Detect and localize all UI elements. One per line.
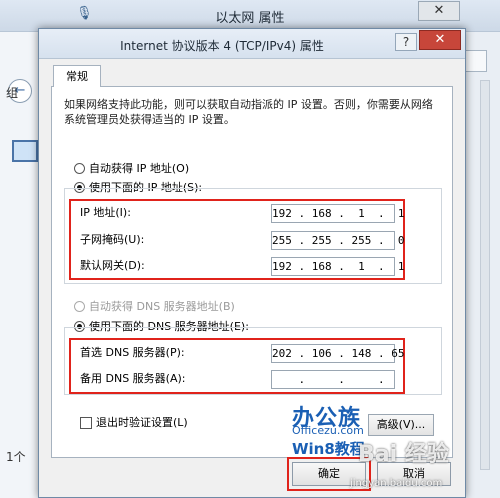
auto-ip-label: 自动获得 IP 地址(O) (89, 162, 190, 175)
dialog-title: Internet 协议版本 4 (TCP/IPv4) 属性 (120, 39, 324, 53)
officezu-url: Officezu.com (292, 424, 364, 437)
general-tab-panel: 如果网络支持此功能，则可以获取自动指派的 IP 设置。否则，你需要从网络系统管理… (51, 86, 453, 458)
close-button[interactable]: ✕ (419, 30, 461, 50)
background-close-button[interactable]: ✕ (418, 1, 460, 21)
background-left-label-1: 组 (6, 86, 19, 100)
baidu-jingyan-logo: Bai 经验 (358, 442, 449, 467)
auto-dns-label: 自动获得 DNS 服务器地址(B) (89, 300, 235, 313)
default-gateway-input[interactable]: 192 . 168 . 1 . 1 (271, 257, 404, 276)
subnet-mask-label: 子网掩码(U): (80, 233, 145, 246)
auto-ip-radio[interactable]: 自动获得 IP 地址(O) (74, 161, 189, 177)
tab-general[interactable]: 常规 (53, 65, 101, 87)
default-gateway-label: 默认网关(D): (80, 259, 145, 272)
preferred-dns-label: 首选 DNS 服务器(P): (80, 346, 185, 359)
auto-dns-radio[interactable]: 自动获得 DNS 服务器地址(B) (74, 299, 235, 315)
background-right-button[interactable] (463, 50, 487, 72)
description-text: 如果网络支持此功能，则可以获取自动指派的 IP 设置。否则，你需要从网络系统管理… (64, 98, 433, 126)
subnet-mask-input[interactable]: 255 . 255 . 255 . 0 (271, 231, 404, 250)
background-scrollbar[interactable] (480, 80, 490, 470)
ip-address-label: IP 地址(I): (80, 206, 131, 219)
win8-tutorial-text: Win8教程 (292, 440, 365, 458)
dialog-titlebar: Internet 协议版本 4 (TCP/IPv4) 属性 ? ✕ (39, 29, 465, 59)
preferred-dns-input[interactable]: 202 . 106 . 148 . 65 (271, 344, 404, 363)
help-button[interactable]: ? (395, 33, 417, 51)
radio-circle (74, 163, 85, 174)
alternate-dns-label: 备用 DNS 服务器(A): (80, 372, 186, 385)
ipv4-properties-dialog: Internet 协议版本 4 (TCP/IPv4) 属性 ? ✕ 常规 如果网… (38, 28, 466, 498)
validate-settings-label: 退出时验证设置(L) (96, 416, 188, 429)
ip-address-input[interactable]: 192 . 168 . 1 . 1 (271, 204, 404, 223)
baidu-jingyan-url: jingyan.baidu.com (350, 478, 443, 489)
radio-circle (74, 301, 85, 312)
background-left-panel: ← 组 1个 (0, 32, 40, 498)
validate-settings-checkbox[interactable] (80, 417, 92, 429)
network-adapter-icon (12, 140, 38, 162)
advanced-button[interactable]: 高级(V)... (368, 414, 434, 436)
background-left-label-2: 1个 (6, 450, 26, 464)
alternate-dns-input[interactable]: . . . (271, 370, 395, 389)
